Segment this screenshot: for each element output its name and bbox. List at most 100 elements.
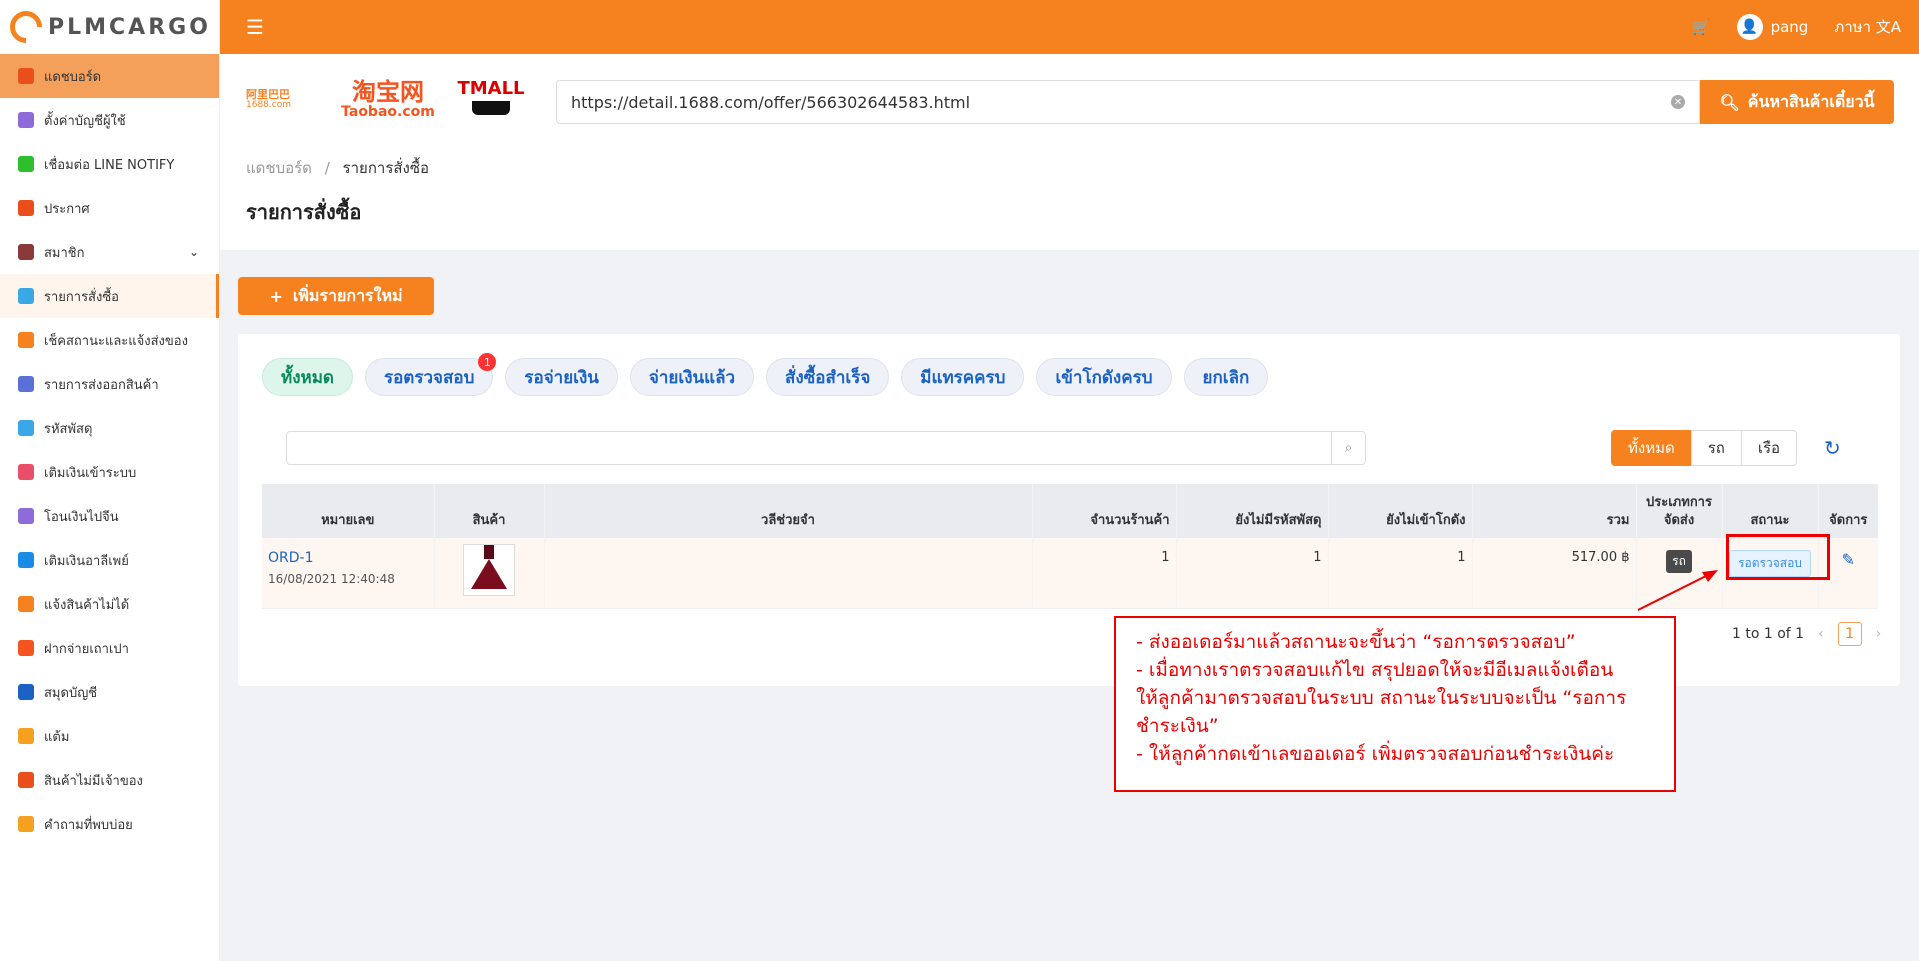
menu-toggle-icon[interactable]: ☰ (246, 15, 264, 39)
sidebar-item-label: โอนเงินไปจีน (44, 509, 119, 525)
table-row[interactable]: ORD-1 16/08/2021 12:40:48 1 1 1 517.00 ฿… (262, 538, 1878, 609)
dolly-icon (18, 376, 34, 392)
tab-3[interactable]: จ่ายเงินแล้ว (629, 358, 755, 396)
tab-label: รอจ่ายเงิน (524, 367, 599, 388)
pagination-summary: 1 to 1 of 1 (1732, 626, 1805, 642)
tab-7[interactable]: ยกเลิก (1183, 358, 1269, 396)
annotation-line: ชำระเงิน” (1136, 715, 1219, 737)
sidebar-item-label: สมาชิก (44, 245, 85, 261)
sidebar-item-10[interactable]: โอนเงินไปจีน (0, 494, 219, 538)
sidebar-item-6[interactable]: เช็คสถานะและแจ้งส่งของ (0, 318, 219, 362)
page-header: 阿里巴巴 1688.com 淘宝网 Taobao.com TMALL https… (220, 54, 1919, 250)
tab-6[interactable]: เข้าโกดังครบ (1036, 358, 1172, 396)
sidebar-item-13[interactable]: ฝากจ่ายเถาเปา (0, 626, 219, 670)
clear-icon[interactable]: ✕ (1671, 95, 1685, 109)
sidebar-item-7[interactable]: รายการส่งออกสินค้า (0, 362, 219, 406)
cell-id: ORD-1 16/08/2021 12:40:48 (262, 538, 434, 609)
basket-icon (18, 288, 34, 304)
breadcrumb: แดชบอร์ด / รายการสั่งซื้อ (246, 156, 429, 180)
order-search-input[interactable] (286, 431, 1332, 465)
col-total: รวม (1471, 484, 1636, 538)
sidebar-item-2[interactable]: เชื่อมต่อ LINE NOTIFY (0, 142, 219, 186)
breadcrumb-current: รายการสั่งซื้อ (342, 159, 430, 177)
user-menu[interactable]: 👤 pang (1736, 14, 1808, 40)
sidebar-item-12[interactable]: แจ้งสินค้าไม่ได้ (0, 582, 219, 626)
search-icon: 🔍︎ (1719, 92, 1740, 112)
question-icon (18, 816, 34, 832)
filter-all[interactable]: ทั้งหมด (1611, 430, 1692, 466)
col-id[interactable]: หมายเลข (262, 484, 434, 538)
translate-icon: 文A (1875, 18, 1901, 36)
sidebar-item-5[interactable]: รายการสั่งซื้อ (0, 274, 219, 318)
refresh-icon[interactable]: ↻ (1824, 436, 1841, 460)
search-icon: ⌕ (1344, 440, 1353, 456)
taobao-icon (18, 640, 34, 656)
sidebar-item-label: รายการสั่งซื้อ (44, 289, 119, 305)
sidebar-item-17[interactable]: คำถามที่พบบ่อย (0, 802, 219, 846)
product-url-input[interactable]: https://detail.1688.com/offer/5663026445… (556, 80, 1700, 124)
sidebar-item-15[interactable]: แต้ม (0, 714, 219, 758)
sidebar-item-4[interactable]: สมาชิก ⌄ (0, 230, 219, 274)
tab-5[interactable]: มีแทรคครบ (901, 358, 1025, 396)
tab-0[interactable]: ทั้งหมด (262, 358, 353, 396)
sidebar-item-9[interactable]: เติมเงินเข้าระบบ (0, 450, 219, 494)
alibaba-sub: 1688.com (246, 100, 291, 111)
next-page-icon[interactable]: › (1876, 626, 1882, 642)
table-header-row: หมายเลข สินค้า วลีช่วยจำ จำนวนร้านค้า ยั… (262, 484, 1878, 538)
chart-icon (18, 68, 34, 84)
sidebar-item-3[interactable]: ประกาศ (0, 186, 219, 230)
sidebar-item-11[interactable]: เติมเงินอาลีเพย์ (0, 538, 219, 582)
col-no-tracking: ยังไม่มีรหัสพัสดุ (1175, 484, 1328, 538)
language-label: ภาษา (1834, 18, 1871, 36)
logo-text: PLMCARGO (48, 14, 211, 40)
taobao-logo[interactable]: 淘宝网 Taobao.com (338, 78, 438, 122)
tab-1[interactable]: รอตรวจสอบ 1 (364, 353, 497, 396)
sidebar-item-0[interactable]: แดชบอร์ด (0, 54, 219, 98)
line-icon (18, 156, 34, 172)
page-number[interactable]: 1 (1837, 622, 1862, 646)
cart-icon[interactable]: 🛒 (1692, 18, 1711, 36)
breadcrumb-home[interactable]: แดชบอร์ด (246, 159, 312, 177)
prev-page-icon[interactable]: ‹ (1818, 626, 1824, 642)
tab-label: จ่ายเงินแล้ว (648, 367, 736, 388)
order-search-button[interactable]: ⌕ (1332, 431, 1366, 465)
alibaba-logo[interactable]: 阿里巴巴 1688.com (246, 85, 322, 115)
sidebar-item-label: รหัสพัสดุ (44, 421, 93, 437)
tab-label: มีแทรคครบ (920, 367, 1006, 388)
sidebar-item-8[interactable]: รหัสพัสดุ (0, 406, 219, 450)
alipay-icon (18, 552, 34, 568)
col-shops: จำนวนร้านค้า (1031, 484, 1176, 538)
tab-4[interactable]: สั่งซื้อสำเร็จ (766, 358, 890, 396)
tab-2[interactable]: รอจ่ายเงิน (505, 358, 618, 396)
sidebar-item-label: ตั้งค่าบัญชีผู้ใช้ (44, 113, 126, 129)
order-date: 16/08/2021 12:40:48 (268, 572, 395, 586)
chevron-down-icon[interactable]: ⌄ (189, 245, 199, 259)
order-link[interactable]: ORD-1 (268, 550, 428, 566)
sidebar-item-16[interactable]: สินค้าไม่มีเจ้าของ (0, 758, 219, 802)
medal-icon (18, 728, 34, 744)
language-switch[interactable]: ภาษา 文A (1834, 15, 1901, 39)
col-memo: วลีช่วยจำ (543, 484, 1032, 538)
filter-boat[interactable]: เรือ (1740, 430, 1798, 466)
annotation-note: - ส่งออเดอร์มาแล้วสถานะจะขึ้นว่า “รอการต… (1114, 616, 1676, 792)
truck-icon (18, 332, 34, 348)
sidebar: PLMCARGO แดชบอร์ดตั้งค่าบัญชีผู้ใช้เชื่อ… (0, 0, 220, 961)
product-thumbnail[interactable] (463, 544, 515, 596)
member-icon (18, 244, 34, 260)
sidebar-item-1[interactable]: ตั้งค่าบัญชีผู้ใช้ (0, 98, 219, 142)
tab-label: สั่งซื้อสำเร็จ (785, 367, 871, 388)
logo[interactable]: PLMCARGO (0, 0, 219, 54)
sidebar-item-14[interactable]: สมุดบัญชี (0, 670, 219, 714)
annotation-line: - เมื่อทางเราตรวจสอบแก้ไข สรุปยอดให้จะมี… (1136, 659, 1614, 681)
avatar-icon: 👤 (1736, 14, 1763, 40)
breadcrumb-separator: / (324, 159, 330, 177)
sidebar-item-label: แดชบอร์ด (44, 69, 102, 85)
search-button[interactable]: 🔍︎ ค้นหาสินค้าเดี๋ยวนี้ (1700, 80, 1894, 124)
status-highlight-box (1726, 534, 1830, 580)
col-ship-type-line2: จัดส่ง (1663, 513, 1695, 528)
edit-icon[interactable]: ✎ (1842, 550, 1855, 569)
filter-car[interactable]: รถ (1690, 430, 1742, 466)
tmall-logo[interactable]: TMALL (454, 78, 528, 122)
marketplace-logos: 阿里巴巴 1688.com 淘宝网 Taobao.com TMALL (246, 78, 528, 122)
add-order-button[interactable]: + เพิ่มรายการใหม่ (238, 277, 434, 315)
